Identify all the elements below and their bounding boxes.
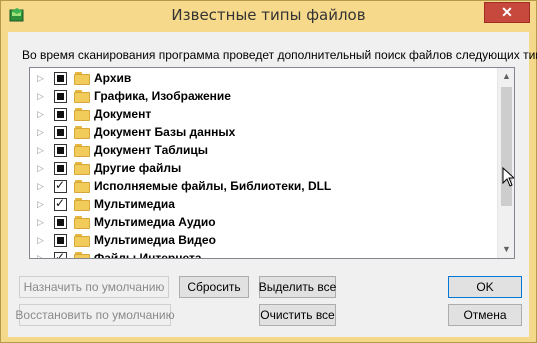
tree-item-label: Графика, Изображение [94, 89, 231, 103]
folder-icon [74, 179, 90, 193]
tree-item[interactable]: ▷ Графика, Изображение [30, 87, 496, 105]
item-checkbox[interactable] [54, 125, 67, 139]
expand-arrow-icon[interactable]: ▷ [37, 235, 44, 245]
item-checkbox[interactable] [54, 71, 67, 85]
expand-arrow-icon[interactable]: ▷ [37, 253, 44, 258]
tree-item[interactable]: ▷ Документ Базы данных [30, 123, 496, 141]
tree-item[interactable]: ▷ Архив [30, 69, 496, 87]
tree-item[interactable]: ▷ Документ [30, 105, 496, 123]
item-checkbox[interactable] [54, 89, 67, 103]
expand-arrow-icon[interactable]: ▷ [37, 109, 44, 119]
tree-item-label: Мультимедиа Аудио [94, 215, 216, 229]
restore-default-button[interactable]: Восстановить по умолчанию [15, 304, 175, 326]
folder-icon [74, 233, 90, 247]
tree-item-label: Мультимедиа Видео [94, 233, 216, 247]
folder-icon [74, 197, 90, 211]
expand-arrow-icon[interactable]: ▷ [37, 181, 44, 191]
item-checkbox[interactable] [54, 107, 67, 121]
item-checkbox[interactable] [54, 250, 67, 258]
item-checkbox[interactable] [54, 161, 67, 175]
mouse-cursor-icon [502, 167, 514, 187]
expand-arrow-icon[interactable]: ▷ [37, 163, 44, 173]
expand-arrow-icon[interactable]: ▷ [37, 91, 44, 101]
expand-arrow-icon[interactable]: ▷ [37, 145, 44, 155]
expand-arrow-icon[interactable]: ▷ [37, 199, 44, 209]
tree-item[interactable]: ▷ Мультимедиа [30, 195, 496, 213]
folder-icon [74, 143, 90, 157]
tree-item[interactable]: ▷ Исполняемые файлы, Библиотеки, DLL [30, 177, 496, 195]
window-title: Известные типы файлов [171, 6, 366, 24]
tree-item[interactable]: ▷ Другие файлы [30, 159, 496, 177]
tree-item[interactable]: ▷ Мультимедиа Видео [30, 231, 496, 249]
set-default-button[interactable]: Назначить по умолчанию [19, 276, 169, 298]
folder-icon [74, 89, 90, 103]
item-checkbox[interactable] [54, 215, 67, 229]
scroll-up-icon[interactable]: ▲ [498, 68, 514, 85]
item-checkbox[interactable] [54, 233, 67, 247]
expand-arrow-icon[interactable]: ▷ [37, 73, 44, 83]
scroll-down-icon[interactable]: ▼ [498, 241, 514, 258]
tree-item-label: Документ Базы данных [94, 125, 236, 139]
close-button[interactable]: ✕ [484, 2, 530, 23]
folder-icon [74, 161, 90, 175]
item-checkbox[interactable] [54, 196, 67, 211]
tree-item-label: Документ [94, 107, 152, 121]
tree-item[interactable]: ▷ Документ Таблицы [30, 141, 496, 159]
cancel-button[interactable]: Отмена [448, 304, 522, 326]
tree-item-label: Архив [94, 71, 132, 85]
folder-icon [74, 251, 90, 258]
tree-item-label: Другие файлы [94, 161, 182, 175]
tree-item-label: Файлы Интернета [94, 251, 202, 259]
ok-button[interactable]: OK [448, 276, 522, 298]
title-bar[interactable]: Известные типы файлов ✕ [1, 1, 536, 32]
item-checkbox[interactable] [54, 178, 67, 193]
reset-button[interactable]: Сбросить [179, 276, 249, 298]
file-types-tree[interactable]: ▷ Архив ▷ Графика, Изображение ▷ Документ ▷ Док… [29, 67, 515, 259]
tree-item[interactable]: ▷ Файлы Интернета [30, 249, 496, 259]
tree-item-label: Документ Таблицы [94, 143, 208, 157]
hint-text: Во время сканирования программа проведет… [22, 48, 537, 62]
scrollbar-thumb[interactable] [501, 87, 512, 206]
folder-icon [74, 125, 90, 139]
close-icon: ✕ [501, 4, 513, 20]
select-all-button[interactable]: Выделить все [259, 276, 336, 298]
tree-item[interactable]: ▷ Мультимедиа Аудио [30, 213, 496, 231]
folder-icon [74, 107, 90, 121]
expand-arrow-icon[interactable]: ▷ [37, 217, 44, 227]
tree-item-label: Исполняемые файлы, Библиотеки, DLL [94, 179, 332, 193]
item-checkbox[interactable] [54, 143, 67, 157]
folder-icon [74, 71, 90, 85]
clear-all-button[interactable]: Очистить все [259, 304, 336, 326]
expand-arrow-icon[interactable]: ▷ [37, 127, 44, 137]
tree-item-label: Мультимедиа [94, 197, 175, 211]
folder-icon [74, 215, 90, 229]
vertical-scrollbar[interactable]: ▲ ▼ [497, 68, 514, 258]
